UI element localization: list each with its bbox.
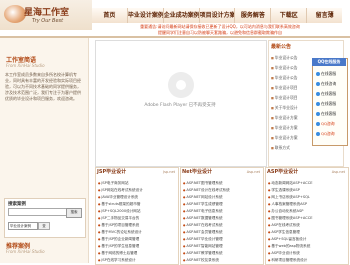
qq-contact-label: 在线客服 bbox=[321, 101, 337, 106]
panel-link[interactable]: ASP.NET教学管理系统 bbox=[183, 250, 259, 257]
qq-contact-item[interactable]: QQ咨询 bbox=[316, 130, 344, 137]
nav-downloads[interactable]: 下载区 bbox=[270, 8, 307, 23]
search-label: 搜索案例 bbox=[8, 202, 26, 207]
qq-contact-item[interactable]: 在线客服 bbox=[316, 100, 344, 107]
nav-home[interactable]: 首页 bbox=[92, 8, 127, 23]
qq-avatar-icon bbox=[316, 101, 320, 106]
qq-avatar-icon bbox=[316, 91, 320, 96]
latest-item[interactable]: 毕业设计方案 bbox=[271, 114, 311, 121]
qq-contact-item[interactable]: 在线客服 bbox=[316, 70, 344, 77]
sidebar-intro-text: 本工作室成员多数来自多所名校计算机专业，同时具有丰富的开发经验和实际项目经验，可… bbox=[5, 72, 81, 101]
qq-contact-label: 在线客服 bbox=[321, 71, 337, 76]
panel-link[interactable]: ASP.NET毕业设计管理 bbox=[183, 236, 259, 243]
panel-link[interactable]: ASP.NET学生成绩管理 bbox=[183, 201, 259, 208]
sidebar-intro-heading-en: From XinHai Studio bbox=[6, 63, 45, 68]
logo-title: 星海工作室 bbox=[24, 8, 70, 18]
panel-link[interactable]: ASP.NET图书管理系统 bbox=[183, 180, 259, 187]
sidebar-recommend-heading-en: From XinHai Studio bbox=[6, 249, 45, 254]
search-input[interactable] bbox=[8, 208, 68, 216]
panel-link[interactable]: 基于JSP的学生信息管理 bbox=[98, 243, 174, 250]
nav-guestbook[interactable]: 留言薄 bbox=[306, 8, 343, 23]
nav-service-faq[interactable]: 服务解答 bbox=[234, 8, 271, 23]
latest-title: 最新公告 bbox=[271, 44, 292, 50]
latest-item[interactable]: 毕业设计方案 bbox=[271, 134, 311, 141]
sidebar-recommend-title: 推荐案例 From XinHai Studio bbox=[6, 241, 82, 254]
panel-link[interactable]: ASP毕业设计系统 bbox=[268, 250, 344, 257]
sidebar-intro-title: 工作室简语 From XinHai Studio bbox=[6, 55, 82, 68]
panel-title-text: Net毕业设计 bbox=[182, 169, 212, 175]
latest-item[interactable]: 毕业设计项目 bbox=[271, 94, 311, 101]
search-submit-button[interactable]: 查 bbox=[38, 222, 50, 230]
latest-item[interactable]: 联系方式 bbox=[271, 144, 311, 151]
panel-link[interactable]: ASP学生信息管理 bbox=[268, 229, 344, 236]
panel-link[interactable]: ASP.NET智能网站管理 bbox=[183, 243, 259, 250]
panel-link[interactable]: JSP二手物品交易平台的 bbox=[98, 215, 174, 222]
qq-avatar-icon bbox=[316, 71, 320, 76]
panel-link[interactable]: ASP.NET设计在线考试系统 bbox=[183, 187, 259, 194]
qq-avatar-icon bbox=[316, 111, 320, 116]
panel-link[interactable]: ASP.NET数据管理系统 bbox=[183, 215, 259, 222]
nav-enterprise-cases[interactable]: 企业成功案例 bbox=[162, 8, 199, 23]
panel-title: Net毕业设计 Asp.net bbox=[182, 168, 262, 176]
panel-link[interactable]: ASP.NET会员管理系统 bbox=[183, 229, 259, 236]
panel-link[interactable]: 人事档案管理系统ASP bbox=[268, 201, 344, 208]
panel-link[interactable]: 办公自动化系统ASP bbox=[268, 208, 344, 215]
panel-link[interactable]: ASP在线考试系统 bbox=[268, 222, 344, 229]
qq-contact-item[interactable]: 在线咨询 bbox=[316, 80, 344, 87]
latest-item[interactable]: 毕业设计项目 bbox=[271, 84, 311, 91]
qq-contact-label: QQ咨询 bbox=[321, 121, 335, 126]
panel-link[interactable]: ASP.NET在线考试系统 bbox=[183, 222, 259, 229]
nav-project-plans[interactable]: 项目设计方案 bbox=[198, 8, 235, 23]
panel-link[interactable]: JAVA毕业管理设计系统 bbox=[98, 194, 174, 201]
panel-title: ASP毕业设计 Asp.net bbox=[267, 168, 347, 176]
qq-contact-label: QQ咨询 bbox=[321, 131, 335, 136]
qq-avatar-icon bbox=[316, 121, 320, 126]
panel-link[interactable]: JSP+SQL2000设计网站 bbox=[98, 208, 174, 215]
panel-title-text: ASP毕业设计 bbox=[267, 169, 299, 175]
panel-link[interactable]: 基于JSP的企业新闻管理 bbox=[98, 236, 174, 243]
qq-contact-item[interactable]: QQ咨询 bbox=[316, 120, 344, 127]
panel-link[interactable]: JSP网站在线考试系统设计 bbox=[98, 187, 174, 194]
latest-item[interactable]: 毕业设计公告 bbox=[271, 74, 311, 81]
latest-item[interactable]: 毕业设计公告 bbox=[271, 64, 311, 71]
panel-title: JSP毕业设计 Jsp.net bbox=[97, 168, 177, 176]
panel-link[interactable]: JSP电子商务网站 bbox=[98, 180, 174, 187]
qq-service-title: QQ在线服务 bbox=[312, 58, 346, 66]
panel-link[interactable]: ASP.NET网站设计系统 bbox=[183, 194, 259, 201]
logo-emblem-icon bbox=[4, 5, 26, 23]
panel-title-text: JSP毕业设计 bbox=[97, 169, 127, 175]
panel-link[interactable]: 网上书店系统ASP+SQL bbox=[268, 194, 344, 201]
nav-graduation-cases[interactable]: 毕业设计案例 bbox=[126, 8, 163, 23]
panel-link[interactable]: 基于网络的博士后管理 bbox=[98, 250, 174, 257]
latest-item[interactable]: 毕业设计方案 bbox=[271, 124, 311, 131]
qq-avatar-icon bbox=[316, 81, 320, 86]
panel-link[interactable]: 基于web的asp物流系统 bbox=[268, 243, 344, 250]
panel-link[interactable]: 学生选课系统ASP bbox=[268, 187, 344, 194]
qq-avatar-icon bbox=[316, 131, 320, 136]
panel-more-link[interactable]: Asp.net bbox=[247, 168, 260, 176]
flash-unsupported-message: Adobe Flash Player 已不再受支持 bbox=[144, 103, 216, 108]
panel-link[interactable]: ASP.NET电子信息系统 bbox=[183, 208, 259, 215]
latest-item[interactable]: 关于毕业设计 bbox=[271, 104, 311, 111]
panel-link[interactable]: 动态新闻网站ASP+ACCE bbox=[268, 180, 344, 187]
latest-item[interactable]: 毕业设计公告 bbox=[271, 54, 311, 61]
site-logo[interactable]: 星海工作室 Try Our Best bbox=[0, 0, 92, 30]
panel-link[interactable]: 图书管理系统ASP+ACCE bbox=[268, 215, 344, 222]
main-nav: 首页 毕业设计案例 企业成功案例 项目设计方案 服务解答 下载区 留言薄 bbox=[92, 8, 343, 23]
panel-more-link[interactable]: Jsp.net bbox=[163, 168, 175, 176]
qq-contact-item[interactable]: 在线客服 bbox=[316, 90, 344, 97]
logo-subtitle: Try Our Best bbox=[32, 18, 64, 24]
panel-link[interactable]: ASP+SQL留言板设计 bbox=[268, 236, 344, 243]
panel-more-link[interactable]: Asp.net bbox=[332, 168, 345, 176]
qq-contact-item[interactable]: 在线客服 bbox=[316, 110, 344, 117]
panel-link[interactable]: 基于struts框架的超市管 bbox=[98, 201, 174, 208]
qq-contact-label: 在线客服 bbox=[321, 111, 337, 116]
flash-plugin-icon bbox=[168, 72, 194, 98]
qq-contact-label: 在线客服 bbox=[321, 91, 337, 96]
search-button[interactable]: 搜索 bbox=[66, 208, 82, 218]
panel-link[interactable]: 基于JSP的项目管理系统 bbox=[98, 222, 174, 229]
search-category-select[interactable]: 毕业设计案例 bbox=[8, 222, 38, 230]
qq-contact-label: 在线咨询 bbox=[321, 81, 337, 86]
panel-link[interactable]: 基于MVC的论坛系统设计 bbox=[98, 229, 174, 236]
